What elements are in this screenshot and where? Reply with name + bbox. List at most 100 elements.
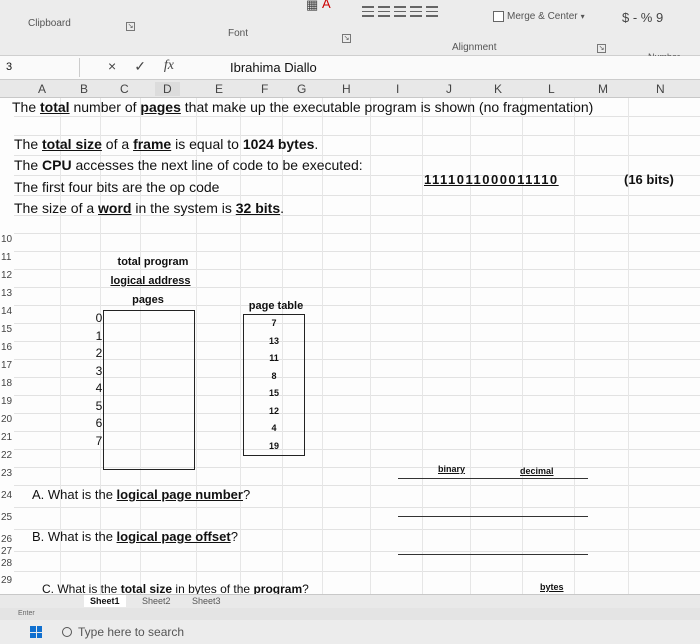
tab-sheet3[interactable]: Sheet3 — [186, 595, 227, 607]
taskbar: Type here to search — [0, 620, 700, 644]
page-table-entry: 4 — [271, 423, 277, 433]
text: CPU — [42, 157, 72, 173]
program-header-2: logical address — [110, 275, 191, 287]
column-header-a[interactable]: A — [38, 82, 46, 96]
increase-indent-icon[interactable] — [426, 6, 438, 17]
gridline — [14, 175, 700, 176]
text: total — [40, 99, 70, 115]
text: ? — [242, 487, 251, 502]
row-number[interactable]: 14 — [1, 306, 12, 317]
text: of a — [101, 136, 134, 152]
font-color-icon[interactable]: A — [322, 0, 331, 11]
text: number of — [69, 99, 141, 115]
text: 1024 bytes — [242, 136, 315, 152]
fx-icon[interactable]: fx — [164, 58, 174, 75]
answer-line — [398, 516, 588, 517]
row-headers: 10 11 12 13 14 15 16 17 18 19 20 21 22 2… — [0, 98, 14, 594]
tab-sheet1[interactable]: Sheet1 — [84, 595, 126, 607]
column-header-e[interactable]: E — [215, 82, 223, 96]
cancel-icon[interactable]: × — [108, 58, 116, 75]
row-number[interactable]: 21 — [1, 432, 12, 443]
row-number[interactable]: 12 — [1, 270, 12, 281]
formula-input[interactable]: Ibrahima Diallo — [230, 59, 317, 77]
windows-start-icon[interactable] — [30, 626, 42, 638]
row-number[interactable]: 27 — [1, 546, 12, 557]
clipboard-launcher-icon[interactable]: ↘ — [126, 22, 135, 31]
row-number[interactable]: 23 — [1, 468, 12, 479]
program-header-3: pages — [132, 294, 164, 306]
row-number[interactable]: 15 — [1, 324, 12, 335]
column-header-g[interactable]: G — [297, 82, 306, 96]
spreadsheet-grid[interactable]: 10 11 12 13 14 15 16 17 18 19 20 21 22 2… — [0, 98, 700, 596]
column-header-c[interactable]: C — [120, 82, 129, 96]
binary-unit-label: (16 bits) — [624, 172, 674, 187]
gridline — [370, 98, 371, 594]
row-number[interactable]: 18 — [1, 378, 12, 389]
row-number[interactable]: 28 — [1, 558, 12, 569]
column-header-n[interactable]: N — [656, 82, 665, 96]
status-bar: Enter — [0, 608, 700, 620]
column-header-m[interactable]: M — [598, 82, 608, 96]
align-left-icon[interactable] — [362, 6, 374, 17]
column-header-d[interactable]: D — [155, 82, 180, 96]
alignment-icons — [362, 6, 438, 17]
text: logical page number — [116, 487, 243, 502]
program-pages-box — [103, 310, 195, 470]
text: A. What is the — [32, 487, 117, 502]
font-launcher-icon[interactable]: ↘ — [342, 34, 351, 43]
program-header-1: total program — [117, 256, 189, 268]
line-op-code: The first four bits are the op code — [14, 179, 220, 195]
row-number[interactable]: 20 — [1, 414, 12, 425]
page-table-entry: 7 — [271, 318, 277, 328]
column-header-l[interactable]: L — [548, 82, 555, 96]
line-cpu: The CPU accesses the next line of code t… — [14, 156, 363, 174]
column-header-h[interactable]: H — [342, 82, 351, 96]
row-number[interactable]: 25 — [1, 512, 12, 523]
tab-sheet2[interactable]: Sheet2 — [136, 595, 177, 607]
column-header-j[interactable]: J — [446, 82, 452, 96]
row-number[interactable]: 22 — [1, 450, 12, 461]
search-icon — [62, 627, 72, 637]
merge-center-button[interactable]: Merge & Center ▾ — [488, 8, 590, 24]
ribbon: Clipboard ↘ Font ↘ ▦ A Merge & Center ▾ … — [0, 0, 700, 62]
row-number[interactable]: 10 — [1, 234, 12, 245]
column-header-k[interactable]: K — [494, 82, 502, 96]
borders-icon[interactable]: ▦ — [306, 0, 318, 13]
align-center-icon[interactable] — [378, 6, 390, 17]
taskbar-search[interactable]: Type here to search — [62, 625, 184, 639]
name-box[interactable]: 3 — [0, 58, 80, 77]
merge-center-label: Merge & Center — [507, 10, 578, 22]
gridline — [14, 251, 700, 252]
row-number[interactable]: 29 — [1, 575, 12, 586]
text: that make up the executable program is s… — [180, 99, 594, 115]
number-format-buttons[interactable]: $ - % 9 — [622, 10, 663, 25]
column-headers: A B C D E F G H I J K L M N — [0, 80, 700, 98]
text: total size — [42, 136, 102, 152]
gridline — [14, 116, 700, 117]
text: frame — [133, 136, 172, 152]
row-number[interactable]: 11 — [1, 252, 11, 263]
text: in the system is — [131, 200, 236, 216]
row-number[interactable]: 24 — [1, 490, 12, 501]
chevron-down-icon[interactable]: ▾ — [581, 12, 585, 21]
page-table-entry: 12 — [268, 405, 279, 416]
row-number[interactable]: 19 — [1, 396, 12, 407]
page-table-entry: 15 — [268, 388, 279, 398]
text: . — [314, 136, 319, 152]
align-right-icon[interactable] — [394, 6, 406, 17]
column-header-f[interactable]: F — [261, 82, 268, 96]
enter-icon[interactable]: ✓ — [134, 58, 146, 75]
text: B. What is the — [32, 529, 117, 544]
row-number[interactable]: 13 — [1, 288, 12, 299]
decrease-indent-icon[interactable] — [410, 6, 422, 17]
row-number[interactable]: 16 — [1, 342, 12, 353]
column-header-i[interactable]: I — [396, 82, 399, 96]
text: The — [14, 157, 43, 173]
row-number[interactable]: 17 — [1, 360, 12, 371]
column-header-b[interactable]: B — [80, 82, 88, 96]
alignment-launcher-icon[interactable]: ↘ — [597, 44, 606, 53]
text: is equal to — [171, 136, 243, 152]
row-number[interactable]: 26 — [1, 534, 12, 545]
text: The — [14, 136, 43, 152]
binary-instruction: 1111011000011110 — [424, 172, 559, 187]
